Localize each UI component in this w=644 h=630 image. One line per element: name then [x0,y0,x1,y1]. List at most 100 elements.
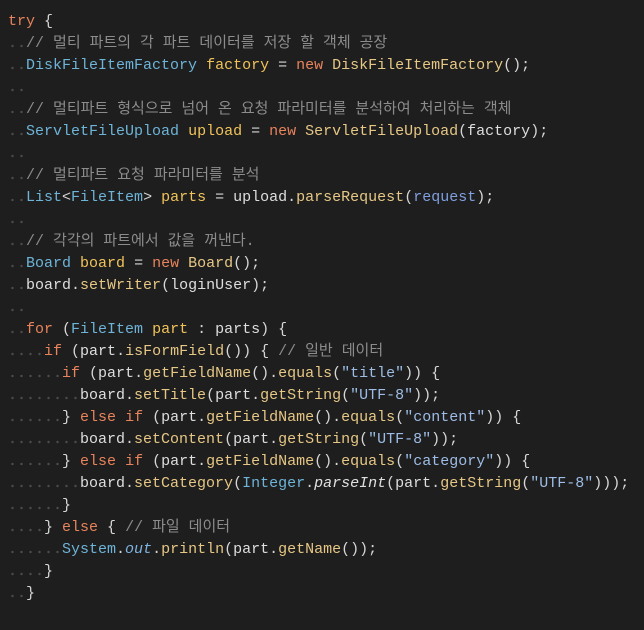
type-name-token: ServletFileUpload [26,123,180,140]
type-name-token: System [62,541,117,558]
code-line[interactable]: // 멀티 파트의 각 파트 데이터를 저장 할 객체 공장 [8,33,644,55]
code-line[interactable]: board.setWriter(loginUser); [8,275,644,297]
code-line[interactable]: if (part.getFieldName().equals("title"))… [8,363,644,385]
code-line[interactable]: ServletFileUpload upload = new ServletFi… [8,121,644,143]
type-name-token: Board [26,255,72,272]
punctuation-token: ( [224,541,234,558]
punctuation-token [116,409,125,426]
punctuation-token: ) { [260,321,288,338]
method-name-token: parseRequest [296,189,405,206]
indent-whitespace [8,189,27,206]
variable-token: part [161,409,198,426]
punctuation-token [179,255,188,272]
punctuation-token: . [125,431,135,448]
code-line[interactable]: } else { // 파일 데이터 [8,517,644,539]
code-line[interactable] [8,297,644,319]
punctuation-token: . [431,475,441,492]
punctuation-token: . [116,541,126,558]
variable-declaration-token: upload [188,123,243,140]
punctuation-token [179,123,188,140]
method-name-token: Board [188,255,234,272]
punctuation-token: ( [395,409,405,426]
punctuation-token [296,123,305,140]
method-name-token: setWriter [80,277,162,294]
code-line[interactable]: DiskFileItemFactory factory = new DiskFi… [8,55,644,77]
string-literal-token: "title" [341,365,405,382]
indent-whitespace [8,343,45,360]
type-name-token: FileItem [71,321,144,338]
indent-whitespace [8,167,27,184]
code-line[interactable]: // 멀티파트 요청 파라미터를 분석 [8,165,644,187]
indent-whitespace [8,409,63,426]
method-name-token: DiskFileItemFactory [332,57,504,74]
method-name-token: setContent [134,431,225,448]
keyword-token: else [62,519,99,536]
variable-token: board [80,431,126,448]
indent-whitespace [8,519,45,536]
punctuation-token [143,321,152,338]
string-literal-token: "UTF-8" [368,431,432,448]
punctuation-token: . [71,277,81,294]
code-line[interactable]: } [8,561,644,583]
punctuation-token: ( [62,343,81,360]
code-line[interactable]: } [8,583,644,605]
punctuation-token: (); [233,255,261,272]
code-editor[interactable]: try { // 멀티 파트의 각 파트 데이터를 저장 할 객체 공장 Dis… [0,0,644,630]
punctuation-token: ( [521,475,531,492]
code-line[interactable]: List<FileItem> parts = upload.parseReque… [8,187,644,209]
variable-token: part [98,365,135,382]
punctuation-token: ))); [593,475,630,492]
punctuation-token: ); [476,189,495,206]
punctuation-token: > [143,189,153,206]
indent-whitespace [8,255,27,272]
punctuation-token: = [269,57,297,74]
string-literal-token: "UTF-8" [350,387,414,404]
variable-token: part [80,343,117,360]
method-name-token: isFormField [125,343,225,360]
code-line[interactable] [8,143,644,165]
indent-whitespace [8,563,45,580]
keyword-token: try [8,13,36,30]
code-line[interactable] [8,77,644,99]
punctuation-token [116,453,125,470]
code-line[interactable]: // 멀티파트 형식으로 넘어 온 요청 파라미터를 분석하여 처리하는 객체 [8,99,644,121]
code-line[interactable]: } else if (part.getFieldName().equals("c… [8,451,644,473]
type-name-token: DiskFileItemFactory [26,57,198,74]
punctuation-token: } [62,409,81,426]
code-line[interactable]: board.setContent(part.getString("UTF-8")… [8,429,644,451]
method-name-token: getString [260,387,342,404]
punctuation-token: { [98,519,126,536]
method-name-token: getString [278,431,360,448]
keyword-token: if [125,409,144,426]
punctuation-token: ( [143,453,162,470]
punctuation-token: ( [386,475,396,492]
code-line[interactable]: board.setCategory(Integer.parseInt(part.… [8,473,644,495]
code-line[interactable]: } else if (part.getFieldName().equals("c… [8,407,644,429]
punctuation-token: (). [251,365,279,382]
variable-token: part [395,475,432,492]
punctuation-token [323,57,332,74]
variable-token: part [215,387,252,404]
code-line[interactable]: Board board = new Board(); [8,253,644,275]
code-line[interactable]: if (part.isFormField()) { // 일반 데이터 [8,341,644,363]
punctuation-token: . [287,189,297,206]
punctuation-token: . [116,343,126,360]
code-line[interactable]: // 각각의 파트에서 값을 꺼낸다. [8,231,644,253]
punctuation-token: { [35,13,54,30]
code-line[interactable] [8,209,644,231]
punctuation-token: ( [233,475,243,492]
method-name-token: setTitle [134,387,207,404]
indent-whitespace [8,79,27,96]
punctuation-token: (). [314,453,342,470]
indent-whitespace [8,475,81,492]
variable-declaration-token: board [80,255,126,272]
code-line[interactable]: for (FileItem part : parts) { [8,319,644,341]
punctuation-token: ( [206,387,216,404]
punctuation-token: . [134,365,144,382]
code-line[interactable]: } [8,495,644,517]
code-line[interactable]: board.setTitle(part.getString("UTF-8")); [8,385,644,407]
code-line[interactable]: System.out.println(part.getName()); [8,539,644,561]
code-line[interactable]: try { [8,11,644,33]
indent-whitespace [8,145,27,162]
punctuation-token: )); [431,431,459,448]
